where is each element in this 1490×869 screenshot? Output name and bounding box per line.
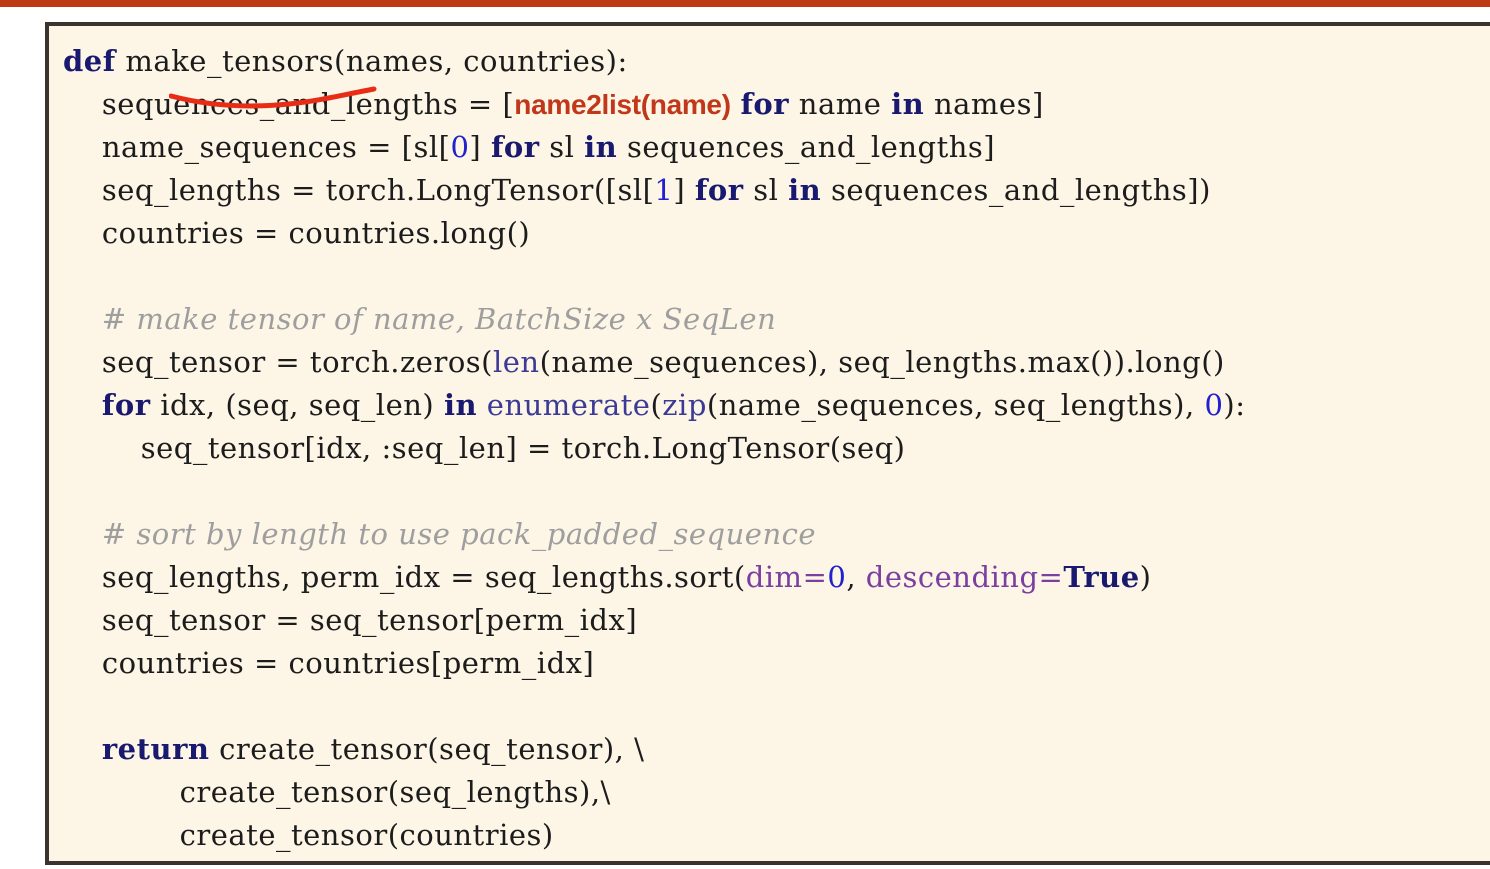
code-token-plain: seq_lengths = torch.LongTensor([sl[ — [63, 173, 655, 207]
code-token-num: 0 — [450, 130, 470, 164]
code-line: # sort by length to use pack_padded_sequ… — [63, 513, 1490, 556]
code-token-kw: in — [891, 87, 925, 121]
code-token-plain: create_tensor(seq_tensor), \ — [209, 732, 645, 766]
code-token-comment: # make tensor of name, BatchSize x SeqLe… — [63, 302, 777, 336]
code-token-num: 1 — [654, 173, 674, 207]
code-token-plain: (name_sequences), seq_lengths.max()).lon… — [539, 345, 1225, 379]
code-token-plain: ] — [469, 130, 491, 164]
code-token-plain: countries = countries.long() — [63, 216, 531, 250]
code-token-plain: sl — [539, 130, 585, 164]
code-token-plain: sl — [743, 173, 789, 207]
code-token-kw: in — [788, 173, 822, 207]
code-token-plain: ] — [673, 173, 695, 207]
code-token-plain: create_tensor(seq_lengths),\ — [63, 775, 611, 809]
code-token-kw: for — [694, 173, 744, 207]
code-token-param: = — [802, 560, 828, 594]
code-line: seq_tensor = torch.zeros(len(name_sequen… — [63, 341, 1490, 384]
code-line: create_tensor(seq_lengths),\ — [63, 771, 1490, 814]
code-line: seq_tensor[idx, :seq_len] = torch.LongTe… — [63, 427, 1490, 470]
code-line: return create_tensor(seq_tensor), \ — [63, 728, 1490, 771]
code-token-plain: ) — [1139, 560, 1152, 594]
code-token-plain: names] — [924, 87, 1044, 121]
code-token-plain: ): — [1223, 388, 1246, 422]
code-token-plain: make_tensors(names, countries): — [115, 44, 628, 78]
code-token-plain: sequences_and_lengths] — [617, 130, 996, 164]
code-token-plain: countries = countries[perm_idx] — [63, 646, 595, 680]
code-token-num: 0 — [1204, 388, 1224, 422]
code-line: name_sequences = [sl[0] for sl in sequen… — [63, 126, 1490, 169]
code-token-param: descending — [865, 560, 1039, 594]
code-line: seq_lengths, perm_idx = seq_lengths.sort… — [63, 556, 1490, 599]
code-token-plain: idx, (seq, seq_len) — [150, 388, 444, 422]
code-token-kw: in — [584, 130, 618, 164]
code-token-plain: seq_tensor = torch.zeros( — [63, 345, 493, 379]
code-token-plain: seq_tensor[idx, :seq_len] = torch.LongTe… — [63, 431, 906, 465]
code-line: seq_lengths = torch.LongTensor([sl[1] fo… — [63, 169, 1490, 212]
code-token-plain: name — [789, 87, 892, 121]
accent-bar — [0, 0, 1490, 7]
code-token-kw: def — [63, 44, 116, 78]
code-token-plain: ( — [650, 388, 663, 422]
code-token-highlight: name2list(name) — [514, 89, 731, 120]
code-token-num: 0 — [827, 560, 847, 594]
code-line: def make_tensors(names, countries): — [63, 40, 1490, 83]
code-token-plain: , — [846, 560, 866, 594]
code-token-plain: seq_lengths, perm_idx = seq_lengths.sort… — [63, 560, 746, 594]
code-token-kw: for — [101, 388, 151, 422]
code-token-builtin: zip — [662, 388, 707, 422]
code-token-param: = — [1038, 560, 1064, 594]
code-token-kw: in — [443, 388, 478, 422]
code-token-plain: sequences_and_lengths = [ — [63, 87, 515, 121]
code-token-comment: # sort by length to use pack_padded_sequ… — [63, 517, 817, 551]
code-token-builtin: len — [493, 345, 540, 379]
code-line: countries = countries.long() — [63, 212, 1490, 255]
slide-canvas: def make_tensors(names, countries): sequ… — [0, 0, 1490, 869]
code-block: def make_tensors(names, countries): sequ… — [63, 40, 1490, 861]
code-token-param: dim — [745, 560, 803, 594]
code-token-plain: name_sequences = [sl[ — [63, 130, 451, 164]
code-line: seq_tensor = seq_tensor[perm_idx] — [63, 599, 1490, 642]
code-token-kw: for — [490, 130, 540, 164]
code-token-plain: (name_sequences, seq_lengths), — [706, 388, 1205, 422]
code-panel: def make_tensors(names, countries): sequ… — [45, 22, 1490, 865]
code-line: sequences_and_lengths = [name2list(name)… — [63, 83, 1490, 126]
code-token-plain: create_tensor(countries) — [63, 818, 554, 852]
code-line: countries = countries[perm_idx] — [63, 642, 1490, 685]
code-line: for idx, (seq, seq_len) in enumerate(zip… — [63, 384, 1490, 427]
code-token-builtin: enumerate — [486, 388, 651, 422]
code-token-kw: return — [101, 732, 210, 766]
code-line: create_tensor(countries) — [63, 814, 1490, 857]
code-token-const: True — [1063, 560, 1140, 594]
code-token-kw: for — [740, 87, 790, 121]
code-token-plain: sequences_and_lengths]) — [821, 173, 1211, 207]
code-token-plain: seq_tensor = seq_tensor[perm_idx] — [63, 603, 638, 637]
code-line: # make tensor of name, BatchSize x SeqLe… — [63, 298, 1490, 341]
